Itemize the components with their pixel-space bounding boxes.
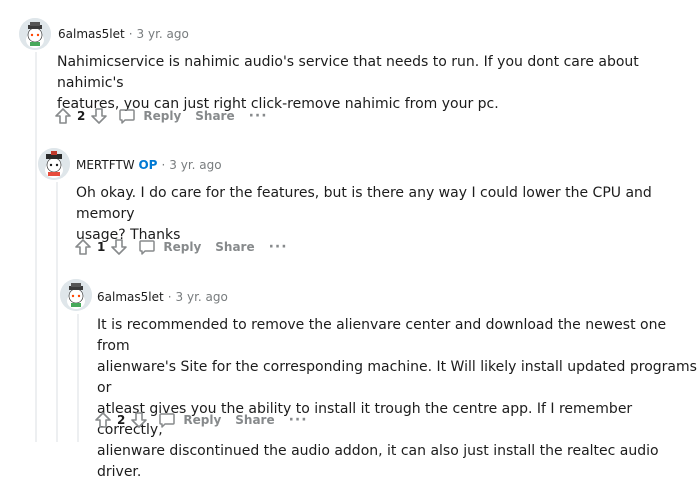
reply-label: Reply	[143, 109, 182, 123]
comment-actions: 2 Reply Share ···	[53, 104, 268, 128]
share-label: Share	[195, 109, 235, 123]
more-options-button[interactable]: ···	[269, 239, 288, 255]
share-button[interactable]: Share	[195, 109, 234, 123]
avatar[interactable]	[38, 148, 70, 180]
reply-label: Reply	[183, 413, 222, 427]
meta-separator: ·	[128, 27, 133, 41]
meta-separator: ·	[161, 158, 166, 172]
comment-meta: MERTFTW OP · 3 yr. ago	[76, 158, 222, 172]
comment-bubble-icon	[139, 240, 156, 255]
snoo-avatar-icon	[60, 279, 92, 311]
thread-line-level3[interactable]	[77, 314, 79, 442]
comment-body: It is recommended to remove the alienvar…	[97, 317, 697, 480]
vote-count: 2	[117, 413, 126, 427]
downvote-icon[interactable]	[129, 410, 149, 430]
vote-group: 2	[53, 106, 109, 126]
avatar[interactable]	[19, 18, 51, 50]
vote-group: 1	[73, 237, 129, 257]
downvote-icon[interactable]	[89, 106, 109, 126]
comment-actions: 2 Reply Share ···	[93, 408, 308, 432]
vote-group: 2	[93, 410, 149, 430]
comment-actions: 1 Reply Share ···	[73, 235, 288, 259]
username-link[interactable]: 6almas5let	[97, 290, 164, 304]
timestamp[interactable]: 3 yr. ago	[169, 158, 221, 172]
snoo-avatar-icon	[19, 18, 51, 50]
comment-bubble-icon	[119, 109, 136, 124]
downvote-icon[interactable]	[109, 237, 129, 257]
avatar[interactable]	[60, 279, 92, 311]
reply-button[interactable]: Reply	[117, 106, 181, 126]
timestamp[interactable]: 3 yr. ago	[176, 290, 228, 304]
meta-separator: ·	[167, 290, 172, 304]
comment-meta: 6almas5let · 3 yr. ago	[97, 290, 228, 304]
comment-meta: 6almas5let · 3 yr. ago	[58, 27, 189, 41]
share-button[interactable]: Share	[235, 413, 274, 427]
op-badge: OP	[138, 158, 158, 172]
thread-line-root[interactable]	[35, 52, 37, 442]
upvote-icon[interactable]	[73, 237, 93, 257]
share-label: Share	[215, 240, 255, 254]
username-link[interactable]: 6almas5let	[58, 27, 125, 41]
more-options-button[interactable]: ···	[289, 412, 308, 428]
vote-count: 2	[77, 109, 86, 123]
reply-button[interactable]: Reply	[157, 410, 221, 430]
more-options-button[interactable]: ···	[249, 108, 268, 124]
share-label: Share	[235, 413, 275, 427]
upvote-icon[interactable]	[93, 410, 113, 430]
reply-label: Reply	[163, 240, 202, 254]
thread-line-level2[interactable]	[56, 182, 58, 442]
snoo-avatar-icon	[38, 148, 70, 180]
vote-count: 1	[97, 240, 106, 254]
reply-button[interactable]: Reply	[137, 237, 201, 257]
comment-bubble-icon	[159, 413, 176, 428]
username-link[interactable]: MERTFTW	[76, 158, 135, 172]
timestamp[interactable]: 3 yr. ago	[137, 27, 189, 41]
share-button[interactable]: Share	[215, 240, 254, 254]
upvote-icon[interactable]	[53, 106, 73, 126]
